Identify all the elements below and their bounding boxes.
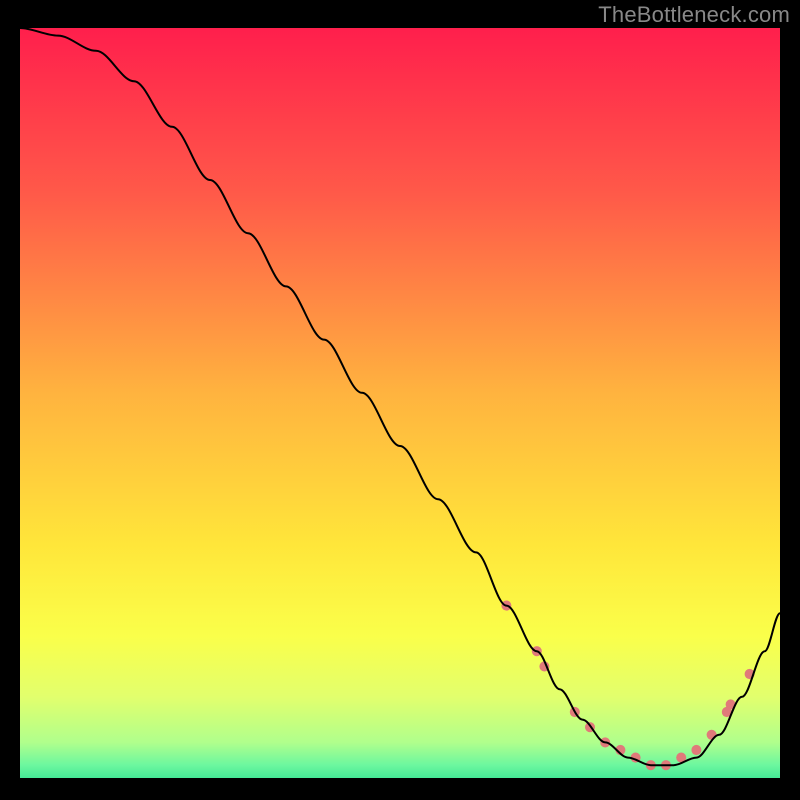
marker-dot — [707, 730, 717, 740]
bottleneck-curve — [20, 28, 780, 765]
marker-dot — [691, 745, 701, 755]
plot-area — [20, 28, 780, 778]
curve-layer — [20, 28, 780, 778]
plot-outer — [20, 28, 780, 778]
marker-dots — [501, 601, 754, 771]
chart-container: TheBottleneck.com — [0, 0, 800, 800]
attribution-label: TheBottleneck.com — [598, 2, 790, 28]
